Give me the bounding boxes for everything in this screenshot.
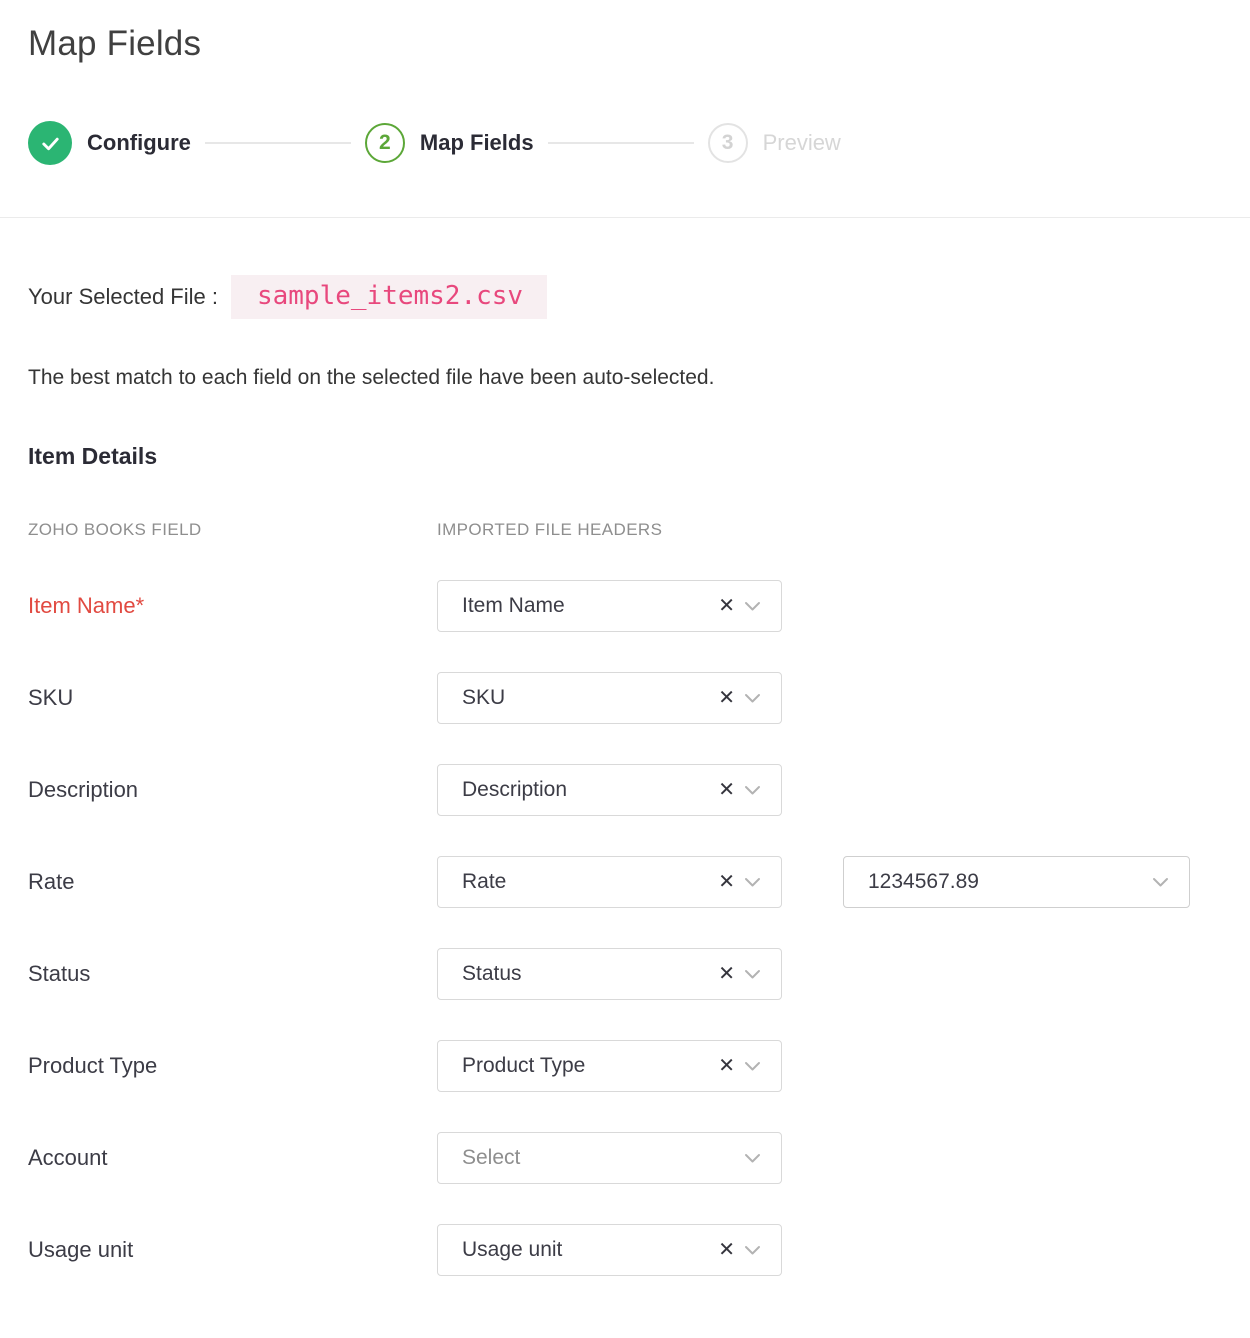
field-row-usage-unit: Usage unit Usage unit ✕ xyxy=(28,1224,1250,1276)
select-value: Description xyxy=(462,778,718,802)
chevron-down-icon[interactable] xyxy=(744,693,761,704)
field-label-usage-unit: Usage unit xyxy=(28,1237,437,1263)
header-select-description[interactable]: Description ✕ xyxy=(437,764,782,816)
chevron-down-icon[interactable] xyxy=(744,1061,761,1072)
select-value: 1234567.89 xyxy=(868,870,1152,894)
step-3-number: 3 xyxy=(708,123,748,163)
select-placeholder: Select xyxy=(462,1146,744,1170)
step-configure-label: Configure xyxy=(87,130,191,156)
clear-icon[interactable]: ✕ xyxy=(718,872,735,892)
page-header: Map Fields Configure 2 Map Fields 3 Prev… xyxy=(0,0,1250,217)
chevron-down-icon[interactable] xyxy=(744,969,761,980)
step-preview: 3 Preview xyxy=(708,123,841,163)
chevron-down-icon[interactable] xyxy=(1152,877,1169,888)
clear-icon[interactable]: ✕ xyxy=(718,596,735,616)
map-fields-content: Your Selected File : sample_items2.csv T… xyxy=(0,275,1250,1289)
step-connector xyxy=(548,142,694,144)
clear-icon[interactable]: ✕ xyxy=(718,1240,735,1260)
select-value: Product Type xyxy=(462,1054,718,1078)
header-divider xyxy=(0,217,1250,218)
field-row-status: Status Status ✕ xyxy=(28,948,1250,1000)
header-select-product-type[interactable]: Product Type ✕ xyxy=(437,1040,782,1092)
select-value: Item Name xyxy=(462,594,718,618)
field-row-product-type: Product Type Product Type ✕ xyxy=(28,1040,1250,1092)
step-complete-check-icon xyxy=(28,121,72,165)
clear-icon[interactable]: ✕ xyxy=(718,688,735,708)
page-title: Map Fields xyxy=(28,24,1250,64)
section-heading: Item Details xyxy=(28,443,1250,470)
select-value: Usage unit xyxy=(462,1238,718,1262)
chevron-down-icon[interactable] xyxy=(744,785,761,796)
clear-icon[interactable]: ✕ xyxy=(718,780,735,800)
column-headers: ZOHO BOOKS FIELD IMPORTED FILE HEADERS xyxy=(28,520,1250,540)
field-label-rate: Rate xyxy=(28,869,437,895)
step-map-fields-label: Map Fields xyxy=(420,130,534,156)
step-connector xyxy=(205,142,351,144)
select-value: SKU xyxy=(462,686,718,710)
field-row-description: Description Description ✕ xyxy=(28,764,1250,816)
field-row-rate: Rate Rate ✕ 1234567.89 xyxy=(28,856,1250,908)
selected-file-row: Your Selected File : sample_items2.csv xyxy=(28,275,1250,319)
field-label-sku: SKU xyxy=(28,685,437,711)
import-stepper: Configure 2 Map Fields 3 Preview xyxy=(28,121,1250,217)
column-header-imported-headers: IMPORTED FILE HEADERS xyxy=(437,520,662,540)
header-select-rate[interactable]: Rate ✕ xyxy=(437,856,782,908)
field-label-item-name: Item Name* xyxy=(28,593,437,619)
step-preview-label: Preview xyxy=(763,130,841,156)
field-label-status: Status xyxy=(28,961,437,987)
header-select-status[interactable]: Status ✕ xyxy=(437,948,782,1000)
header-select-item-name[interactable]: Item Name ✕ xyxy=(437,580,782,632)
field-label-product-type: Product Type xyxy=(28,1053,437,1079)
selected-file-label: Your Selected File : xyxy=(28,284,218,310)
field-row-item-name: Item Name* Item Name ✕ xyxy=(28,580,1250,632)
chevron-down-icon[interactable] xyxy=(744,877,761,888)
header-select-sku[interactable]: SKU ✕ xyxy=(437,672,782,724)
chevron-down-icon[interactable] xyxy=(744,601,761,612)
column-header-zoho-field: ZOHO BOOKS FIELD xyxy=(28,520,437,540)
header-select-account[interactable]: Select xyxy=(437,1132,782,1184)
field-label-description: Description xyxy=(28,777,437,803)
clear-icon[interactable]: ✕ xyxy=(718,964,735,984)
select-value: Rate xyxy=(462,870,718,894)
select-value: Status xyxy=(462,962,718,986)
field-label-account: Account xyxy=(28,1145,437,1171)
rate-format-select[interactable]: 1234567.89 xyxy=(843,856,1190,908)
auto-select-info-text: The best match to each field on the sele… xyxy=(28,366,1250,390)
step-configure[interactable]: Configure xyxy=(28,121,191,165)
chevron-down-icon[interactable] xyxy=(744,1245,761,1256)
step-map-fields[interactable]: 2 Map Fields xyxy=(365,123,534,163)
mapping-rows: Item Name* Item Name ✕ SKU SKU ✕ Descrip… xyxy=(28,580,1250,1276)
field-row-sku: SKU SKU ✕ xyxy=(28,672,1250,724)
chevron-down-icon[interactable] xyxy=(744,1153,761,1164)
selected-file-name: sample_items2.csv xyxy=(231,275,547,319)
step-2-number: 2 xyxy=(365,123,405,163)
clear-icon[interactable]: ✕ xyxy=(718,1056,735,1076)
header-select-usage-unit[interactable]: Usage unit ✕ xyxy=(437,1224,782,1276)
field-row-account: Account Select xyxy=(28,1132,1250,1184)
